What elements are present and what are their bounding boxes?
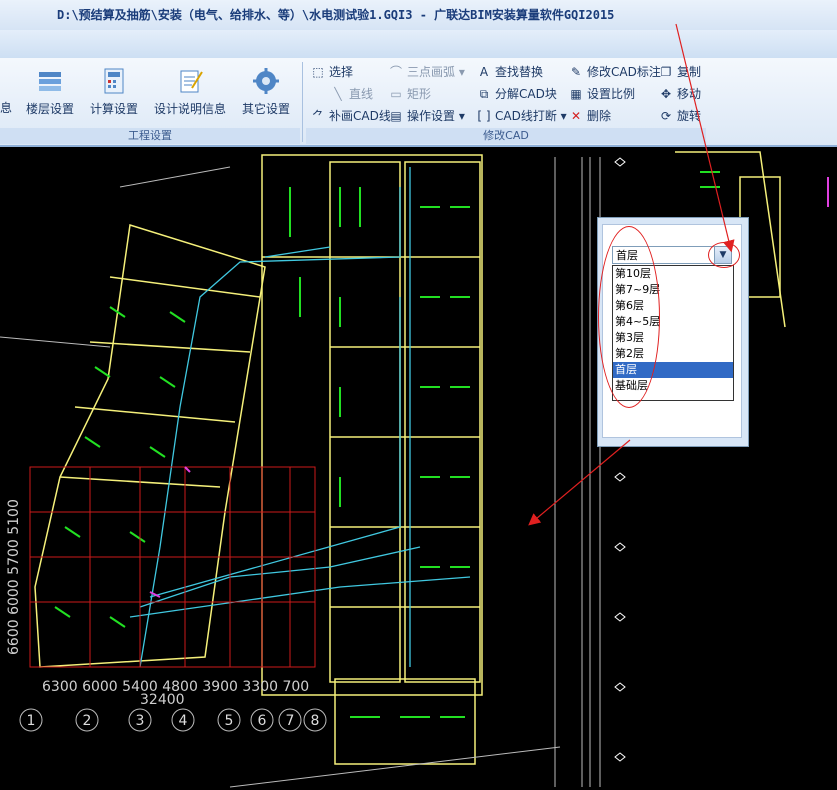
set-scale-button[interactable]: ▦ 设置比例 xyxy=(568,85,635,103)
calc-settings-label: 计算设置 xyxy=(89,102,138,116)
modify-cad-annotation-label: 修改CAD标注 xyxy=(587,65,661,79)
find-replace-icon: A xyxy=(479,65,489,79)
axis-number-2: 2 xyxy=(83,713,92,729)
line-label: 直线 xyxy=(349,87,374,101)
axis-number-4: 4 xyxy=(179,713,188,729)
axis-number-7: 7 xyxy=(286,713,295,729)
axis-number-1: 1 xyxy=(27,713,36,729)
other-settings-gear-icon xyxy=(253,68,279,94)
group-caption-modify-cad: 修改CAD xyxy=(306,128,706,144)
copy-label: 复制 xyxy=(677,65,702,79)
axis-number-3: 3 xyxy=(136,713,145,729)
ribbon-tab-strip xyxy=(0,30,837,58)
dropdown-arrow-icon: ▾ xyxy=(455,109,465,123)
three-point-arc-label: 三点画弧 xyxy=(407,65,456,79)
arc-icon: ⌒ xyxy=(389,65,402,79)
delete-label: 删除 xyxy=(587,109,612,123)
window-title: D:\预结算及抽筋\安装（电气、给排水、等）\水电测试验1.GQI3 - 广联达… xyxy=(57,8,615,22)
design-notes-label: 设计说明信息 xyxy=(153,102,226,116)
axis-number-8: 8 xyxy=(311,713,320,729)
delete-x-icon: ✕ xyxy=(570,109,582,123)
copy-button[interactable]: ❐ 复制 xyxy=(658,63,701,81)
calc-settings-button[interactable]: 计算设置 xyxy=(86,66,142,126)
rectangle-icon: ▭ xyxy=(390,87,402,101)
dimension-text-total: 32400 xyxy=(140,692,185,708)
annotation-oval-floor-list xyxy=(598,226,660,408)
rotate-label: 旋转 xyxy=(677,109,702,123)
copy-icon: ❐ xyxy=(660,65,672,79)
dropdown-arrow-icon: ▾ xyxy=(556,109,567,123)
line-break-icon: [ ] xyxy=(477,109,491,123)
explode-cad-block-button[interactable]: ⧉ 分解CAD块 xyxy=(476,85,557,103)
explode-cad-block-label: 分解CAD块 xyxy=(495,87,557,101)
operation-settings-label: 操作设置 xyxy=(407,109,456,123)
move-arrows-icon: ✥ xyxy=(660,87,672,101)
rotate-icon: ⟳ xyxy=(660,109,672,123)
line-button[interactable]: ╲ 直线 xyxy=(330,85,373,103)
calc-settings-icon xyxy=(104,68,124,94)
move-button[interactable]: ✥ 移动 xyxy=(658,85,701,103)
select-button[interactable]: ⬚ 选择 xyxy=(310,63,353,81)
dropdown-arrow-icon: ▾ xyxy=(455,65,465,79)
cad-line-break-label: CAD线打断 xyxy=(495,109,557,123)
group-caption-project-settings: 工程设置 xyxy=(0,128,300,144)
select-arrow-icon: ⬚ xyxy=(312,65,324,79)
draw-cad-line-label: 补画CAD线 xyxy=(329,109,391,123)
design-notes-button[interactable]: 设计说明信息 xyxy=(150,66,230,126)
scale-ruler-icon: ▦ xyxy=(570,87,582,101)
cad-line-break-button[interactable]: [ ] CAD线打断 ▾ xyxy=(476,107,567,125)
cad-annotation-icon: ✎ xyxy=(570,65,582,79)
find-replace-button[interactable]: A 查找替换 xyxy=(476,63,543,81)
axis-number-5: 5 xyxy=(225,713,234,729)
draw-line-icon: ⺈ xyxy=(311,109,324,123)
find-replace-label: 查找替换 xyxy=(495,65,544,79)
cut-off-label[interactable]: 息 xyxy=(0,99,12,117)
modify-cad-annotation-button[interactable]: ✎ 修改CAD标注 xyxy=(568,63,661,81)
rectangle-label: 矩形 xyxy=(407,87,432,101)
select-label: 选择 xyxy=(329,65,354,79)
three-point-arc-button[interactable]: ⌒ 三点画弧 ▾ xyxy=(388,63,465,81)
ribbon-separator xyxy=(302,62,303,142)
title-bar: D:\预结算及抽筋\安装（电气、给排水、等）\水电测试验1.GQI3 - 广联达… xyxy=(0,0,837,30)
move-label: 移动 xyxy=(677,87,702,101)
rotate-button[interactable]: ⟳ 旋转 xyxy=(658,107,701,125)
floor-settings-label: 楼层设置 xyxy=(25,102,74,116)
dimension-text-left: 6600 6000 5700 5100 xyxy=(6,499,22,655)
operation-settings-button[interactable]: ▤ 操作设置 ▾ xyxy=(388,107,465,125)
other-settings-button[interactable]: 其它设置 xyxy=(238,66,294,126)
line-icon: ╲ xyxy=(334,87,342,101)
axis-number-6: 6 xyxy=(258,713,267,729)
delete-button[interactable]: ✕ 删除 xyxy=(568,107,611,125)
draw-cad-line-button[interactable]: ⺈补画CAD线 xyxy=(310,107,391,125)
set-scale-label: 设置比例 xyxy=(587,87,636,101)
design-notes-icon xyxy=(180,70,203,93)
annotation-oval-dropdown xyxy=(708,242,740,268)
floor-settings-icon xyxy=(39,72,61,91)
explode-block-icon: ⧉ xyxy=(479,87,489,101)
other-settings-label: 其它设置 xyxy=(241,102,290,116)
floor-settings-button[interactable]: 楼层设置 xyxy=(22,66,78,126)
rectangle-button[interactable]: ▭ 矩形 xyxy=(388,85,431,103)
operation-settings-icon: ▤ xyxy=(390,109,402,123)
